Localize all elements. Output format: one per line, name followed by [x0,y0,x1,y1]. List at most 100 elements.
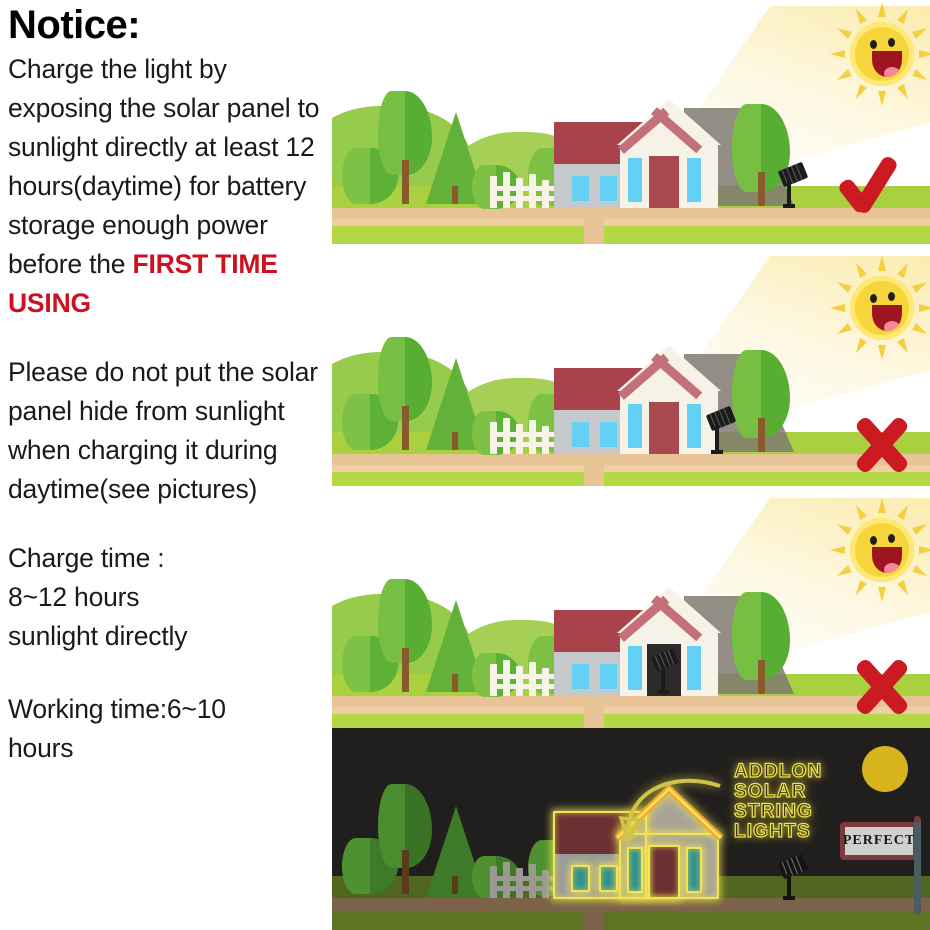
house-door [649,156,679,208]
solar-lamp-pole [661,666,665,692]
house-door [649,846,679,898]
house-window-2 [600,866,617,891]
crescent-moon-icon [862,746,908,792]
house-window-2 [600,422,617,447]
notice-charge-time: Charge time : 8~12 hours sunlight direct… [8,539,334,656]
house [554,587,724,696]
house-window-3 [628,646,642,690]
house-window-1 [572,866,589,891]
path-walkway [584,208,604,244]
solar-lamp-base [711,450,723,454]
path-walkway [584,696,604,728]
solar-lamp-indoors [649,648,681,696]
smiling-sun-icon [830,2,930,106]
house-window-4 [687,404,701,448]
smiling-sun-icon [830,498,930,602]
smiling-sun-icon [830,256,930,360]
pine-trunk [452,876,458,894]
grass-near [332,472,930,486]
charge-time-condition: sunlight directly [8,620,188,651]
perfect-sign-label: PERFECT [842,833,916,848]
working-time-line1: Working time:6~10 [8,693,226,724]
perfect-sign-board: PERFECT [840,822,918,860]
solar-panel-icon [777,853,809,880]
picket-fence [490,418,554,454]
scene-day-correct [332,0,930,244]
house-window-2 [600,664,617,689]
sun-tongue [884,563,900,573]
house [554,99,724,208]
grass-near [332,714,930,728]
illustration-column: ADDLON SOLAR STRING LIGHTS PERFECT [332,0,930,930]
sun-tongue [884,67,900,77]
notice-text-column: Notice: Charge the light by exposing the… [8,4,334,926]
sun-eye-right [888,292,895,301]
notice-working-time: Working time:6~10 hours [8,690,334,768]
house-window-3 [628,158,642,202]
perfect-sign-post [914,820,921,914]
solar-lamp [772,853,809,900]
house-window-3 [628,848,642,892]
tree-trunk-left [402,160,409,204]
path-walkway-night [584,898,604,930]
solar-panel-icon [650,648,680,672]
pine-trunk [452,432,458,450]
solar-lamp-base [783,204,795,208]
notice-infographic: Notice: Charge the light by exposing the… [0,0,930,930]
house-window-3 [628,404,642,448]
perfect-sign: PERFECT [840,816,930,916]
charging-text: Charge the light by exposing the solar p… [8,54,320,280]
dirt-path [332,696,930,707]
brand-line-3: STRING [733,801,813,822]
check-icon [836,148,922,216]
solar-lamp [772,161,809,208]
page-title: Notice: [8,3,141,47]
tree-trunk-left [402,648,409,692]
solar-panel-icon [705,405,737,432]
sun-eye-right [888,534,895,543]
house-window-1 [572,664,589,689]
charge-time-value: 8~12 hours [8,581,140,612]
tree-trunk-left [402,406,409,450]
picket-fence [490,172,554,208]
tree-right-trunk [758,418,765,452]
house [554,345,724,454]
solar-panel-icon [777,161,809,188]
perfect-sign-knob [914,816,921,823]
brand-text-block: ADDLON SOLAR STRING LIGHTS [733,761,823,842]
sun-tongue [884,321,900,331]
dirt-path [332,454,930,465]
dirt-path-light [332,219,930,226]
picket-fence [490,862,554,898]
house-door [649,402,679,454]
house-window-4 [687,646,701,690]
tree-right-trunk [758,172,765,206]
cross-icon [848,656,922,718]
solar-lamp-base [783,896,795,900]
pine-trunk [452,186,458,204]
picket-fence [490,660,554,696]
house-window-1 [572,176,589,201]
working-time-line2: hours [8,732,74,763]
sun-eye-left [870,536,877,545]
path-walkway [584,454,604,486]
solar-lamp-base [657,690,669,694]
sun-eye-right [888,38,895,47]
dirt-path-light [332,707,930,714]
solar-lamp-pole [715,425,719,453]
sun-eye-left [870,294,877,303]
scene-day-shadow-wrong [332,256,930,486]
brand-line-1: ADDLON [733,761,823,782]
scene-day-indoor-wrong [332,498,930,728]
solar-lamp [700,405,737,454]
house-window-2 [600,176,617,201]
house-window-4 [687,848,701,892]
scene-night-perfect: ADDLON SOLAR STRING LIGHTS PERFECT [332,728,930,930]
house-window-4 [687,158,701,202]
curved-arrow-icon [618,778,721,845]
house-window-1 [572,422,589,447]
notice-paragraph-charging: Charge the light by exposing the solar p… [8,50,334,323]
tree-right-trunk [758,660,765,694]
sun-eye-left [870,40,877,49]
brand-line-2: SOLAR [733,781,807,802]
